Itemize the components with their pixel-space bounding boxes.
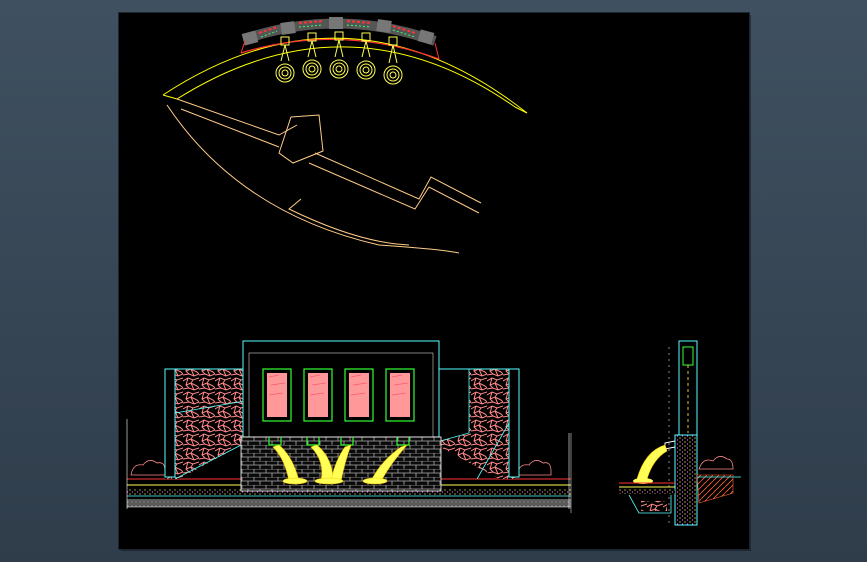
section-wall — [668, 340, 698, 526]
section-ground — [570, 433, 741, 514]
front-elevation — [126, 340, 571, 509]
side-section — [570, 340, 741, 526]
plan-path-lines — [166, 98, 482, 254]
section-spout — [633, 440, 676, 484]
plan-inner-arc — [176, 46, 516, 108]
left-wing-wall — [164, 368, 246, 480]
elevation-panel — [303, 368, 333, 422]
elevation-panel — [344, 368, 374, 422]
plan-view — [162, 17, 528, 254]
cad-viewer — [0, 0, 867, 562]
right-wing-wall — [432, 368, 520, 480]
elevation-panel — [262, 368, 292, 422]
cad-drawing — [126, 17, 741, 526]
plan-nozzles — [275, 31, 403, 85]
drawing-sheet — [119, 13, 749, 549]
elevation-panel — [385, 368, 415, 422]
